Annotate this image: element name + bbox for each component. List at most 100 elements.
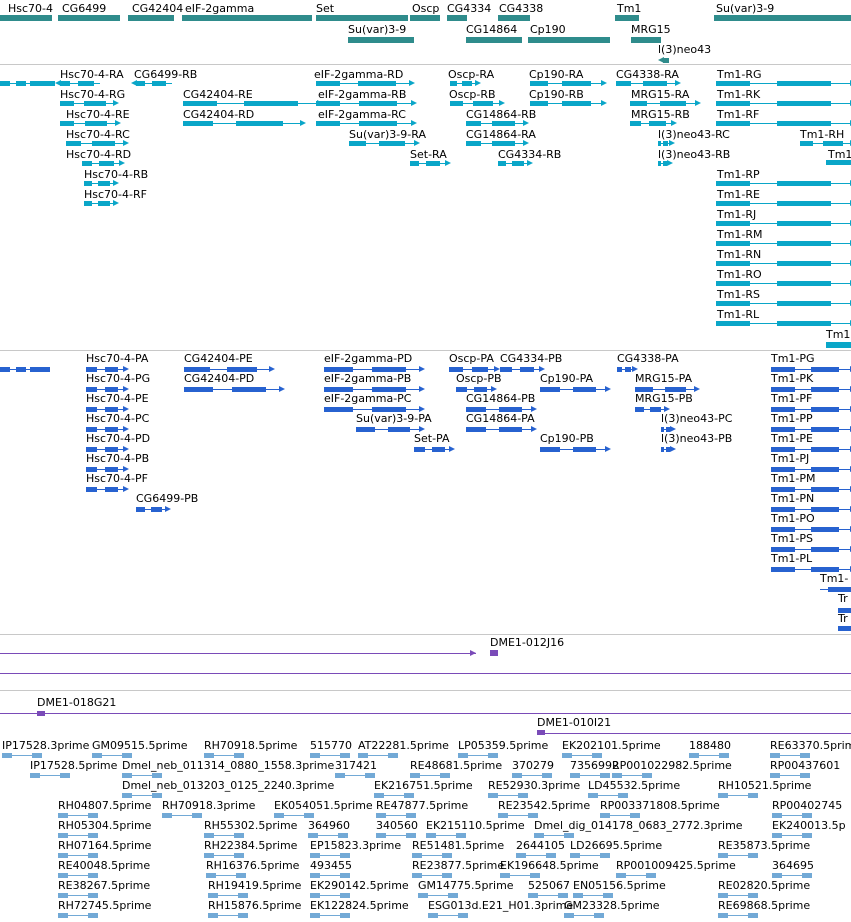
protein-label[interactable]: CG14864-PA: [466, 412, 535, 425]
feature-block[interactable]: [183, 121, 213, 126]
est-block[interactable]: [442, 853, 452, 858]
protein-label[interactable]: eIF-2gamma-PB: [324, 372, 411, 385]
est-block[interactable]: [600, 813, 610, 818]
est-block[interactable]: [518, 793, 528, 798]
est-block[interactable]: [274, 813, 284, 818]
gene-span[interactable]: [128, 15, 174, 21]
feature-block[interactable]: [826, 160, 851, 165]
feature-block[interactable]: [562, 101, 591, 106]
gene-span[interactable]: [528, 37, 610, 43]
feature-block[interactable]: [811, 487, 839, 492]
feature-block[interactable]: [82, 161, 92, 166]
est-label[interactable]: RE69868.5prime: [718, 899, 810, 912]
est-label[interactable]: EK054051.5prime: [274, 799, 373, 812]
est-block[interactable]: [88, 893, 98, 898]
est-block[interactable]: [30, 773, 40, 778]
feature-block[interactable]: [663, 141, 668, 146]
feature-block[interactable]: [838, 626, 851, 631]
feature-block[interactable]: [811, 507, 839, 512]
protein-label[interactable]: Su(var)3-9-PA: [356, 412, 432, 425]
protein-label[interactable]: l(3)neo43-PC: [661, 412, 732, 425]
est-label[interactable]: 340560: [376, 819, 418, 832]
est-block[interactable]: [458, 913, 468, 918]
protein-label[interactable]: eIF-2gamma-PC: [324, 392, 411, 405]
est-label[interactable]: RH55302.5prime: [204, 819, 297, 832]
est-block[interactable]: [642, 773, 652, 778]
est-block[interactable]: [488, 793, 498, 798]
est-label[interactable]: RE35873.5prime: [718, 839, 810, 852]
est-block[interactable]: [564, 833, 574, 838]
transcript-label[interactable]: Tm1-RK: [717, 88, 760, 101]
est-block[interactable]: [418, 893, 428, 898]
transcript-label[interactable]: Oscp-RA: [448, 68, 494, 81]
est-block[interactable]: [512, 773, 522, 778]
gene-span[interactable]: [348, 37, 414, 43]
feature-block[interactable]: [512, 161, 524, 166]
est-label[interactable]: 2644105: [516, 839, 565, 852]
feature-block[interactable]: [359, 101, 397, 106]
est-label[interactable]: RH19419.5prime: [208, 879, 301, 892]
feature-block[interactable]: [183, 101, 217, 106]
est-block[interactable]: [204, 853, 214, 858]
feature-block[interactable]: [232, 387, 266, 392]
est-label[interactable]: RH16376.5prime: [206, 859, 299, 872]
gene-span[interactable]: [58, 15, 120, 21]
gene-label[interactable]: CG6499: [62, 2, 106, 15]
est-label[interactable]: Dmel_neb_013203_0125_2240.3prime: [122, 779, 334, 792]
est-label[interactable]: EK216751.5prime: [374, 779, 473, 792]
est-block[interactable]: [689, 753, 699, 758]
protein-label[interactable]: Set-PA: [414, 432, 450, 445]
est-label[interactable]: RE23542.5prime: [498, 799, 590, 812]
est-block[interactable]: [376, 833, 386, 838]
feature-block[interactable]: [540, 447, 560, 452]
feature-block[interactable]: [777, 261, 831, 266]
est-block[interactable]: [772, 873, 782, 878]
protein-label[interactable]: Hsc70-4-PG: [86, 372, 150, 385]
feature-block[interactable]: [105, 487, 118, 492]
gene-label[interactable]: eIF-2gamma: [185, 2, 254, 15]
est-label[interactable]: RE47877.5prime: [376, 799, 468, 812]
transcript-label[interactable]: Tm1-RS: [717, 288, 760, 301]
protein-label[interactable]: Hsc70-4-PF: [86, 472, 148, 485]
gene-span[interactable]: [447, 15, 467, 21]
feature-block[interactable]: [152, 81, 166, 86]
est-label[interactable]: GM14775.5prime: [418, 879, 514, 892]
transcript-label[interactable]: CG6499-RB: [134, 68, 197, 81]
feature-block[interactable]: [316, 81, 340, 86]
gene-label[interactable]: Set: [316, 2, 334, 15]
est-block[interactable]: [206, 873, 216, 878]
est-label[interactable]: RE63370.5prime: [770, 739, 851, 752]
feature-block[interactable]: [410, 161, 419, 166]
est-block[interactable]: [340, 873, 350, 878]
est-label[interactable]: EK240013.5p: [772, 819, 846, 832]
transcript-label[interactable]: Tm1-RO: [717, 268, 762, 281]
est-label[interactable]: RE48681.5prime: [410, 759, 502, 772]
est-label[interactable]: LD45532.5prime: [588, 779, 680, 792]
feature-block[interactable]: [826, 342, 851, 348]
est-block[interactable]: [719, 753, 729, 758]
est-block[interactable]: [592, 753, 602, 758]
est-label[interactable]: 515770: [310, 739, 352, 752]
protein-label[interactable]: Hsc70-4-PE: [86, 392, 149, 405]
est-label[interactable]: RE23877.5prime: [412, 859, 504, 872]
est-block[interactable]: [234, 853, 244, 858]
est-block[interactable]: [374, 793, 384, 798]
clone-end[interactable]: [537, 730, 545, 735]
est-block[interactable]: [488, 753, 498, 758]
feature-block[interactable]: [716, 201, 750, 206]
clone-label[interactable]: DME1-012J16: [490, 636, 564, 649]
est-block[interactable]: [770, 773, 780, 778]
est-block[interactable]: [558, 893, 568, 898]
feature-block[interactable]: [462, 81, 472, 86]
feature-block[interactable]: [236, 121, 283, 126]
gene-label[interactable]: Oscp: [412, 2, 439, 15]
gene-span[interactable]: [466, 37, 522, 43]
est-block[interactable]: [630, 813, 640, 818]
est-block[interactable]: [88, 833, 98, 838]
feature-block[interactable]: [617, 367, 622, 372]
est-block[interactable]: [152, 793, 162, 798]
est-label[interactable]: 188480: [689, 739, 731, 752]
feature-block[interactable]: [136, 81, 145, 86]
est-label[interactable]: IP17528.3prime: [2, 739, 89, 752]
protein-label[interactable]: Tr: [838, 612, 848, 625]
